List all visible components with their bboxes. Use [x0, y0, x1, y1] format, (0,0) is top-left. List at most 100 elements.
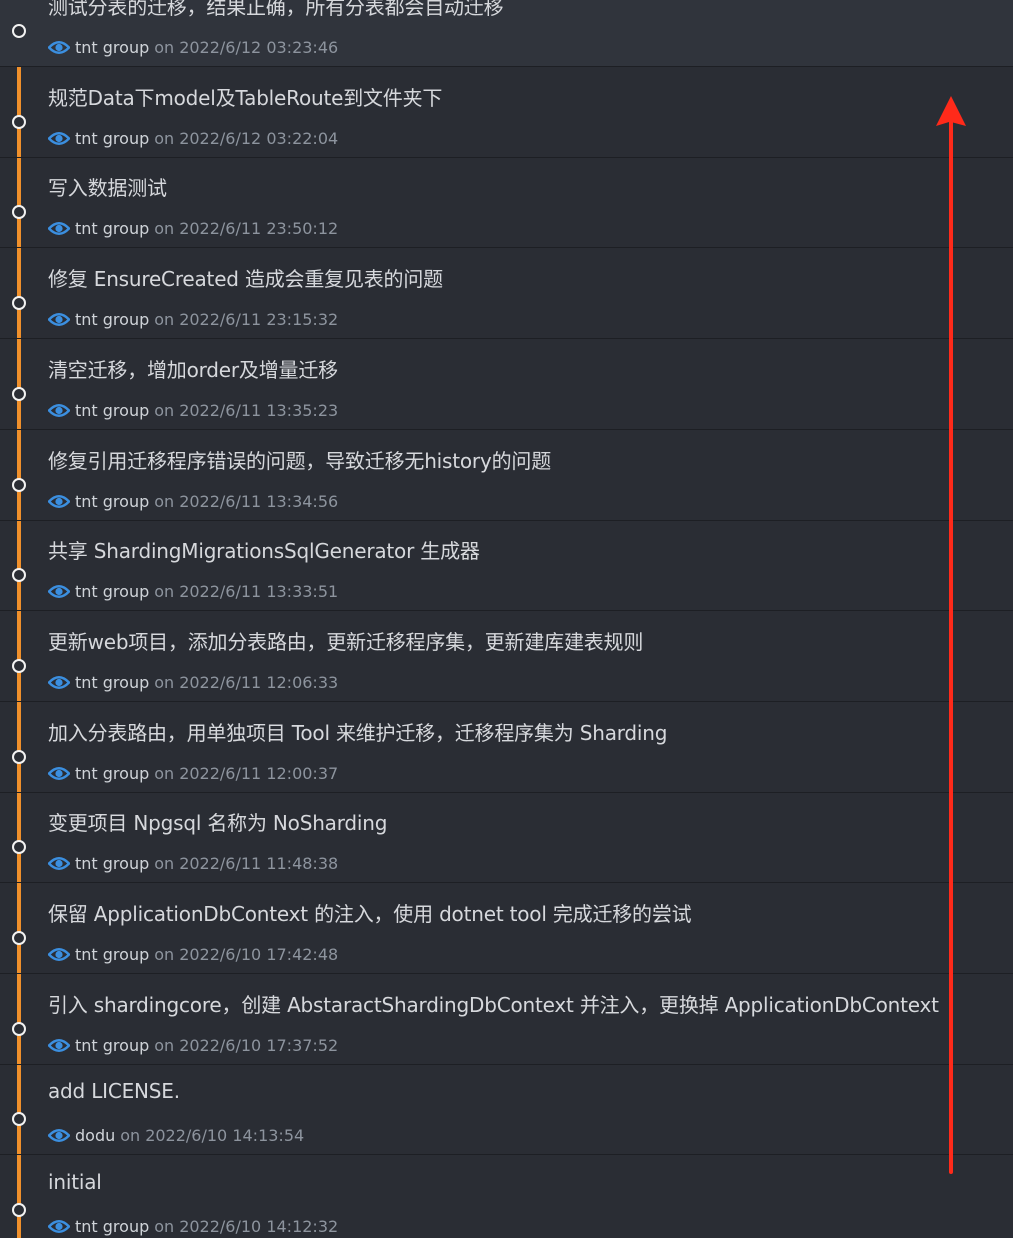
commit-author[interactable]: tnt group — [75, 673, 149, 692]
commit-meta: tnt group on 2022/6/11 11:48:38 — [48, 854, 338, 873]
commit-row[interactable]: 保留 ApplicationDbContext 的注入，使用 dotnet to… — [0, 884, 1013, 974]
eye-icon[interactable] — [48, 131, 70, 146]
commit-node-icon — [12, 1203, 26, 1218]
commit-meta: tnt group on 2022/6/11 23:15:32 — [48, 310, 338, 329]
commit-meta: tnt group on 2022/6/11 12:00:37 — [48, 764, 338, 783]
eye-icon[interactable] — [48, 856, 70, 871]
eye-icon[interactable] — [48, 1038, 70, 1053]
commit-row[interactable]: 修复 EnsureCreated 造成会重复见表的问题 tnt group on 20… — [0, 249, 1013, 340]
on-label: on — [154, 763, 175, 783]
eye-icon[interactable] — [48, 221, 70, 236]
commit-author[interactable]: tnt group — [75, 492, 149, 511]
commit-meta: tnt group on 2022/6/11 23:50:12 — [48, 219, 338, 238]
commit-meta: tnt group on 2022/6/11 13:33:51 — [48, 582, 338, 601]
commit-node-icon — [12, 658, 26, 673]
commit-date: 2022/6/11 12:00:37 — [179, 763, 339, 783]
commit-author[interactable]: tnt group — [75, 129, 149, 148]
commit-author[interactable]: tnt group — [75, 1217, 149, 1236]
on-label: on — [154, 128, 175, 148]
commit-meta: tnt group on 2022/6/10 17:37:52 — [48, 1036, 338, 1055]
commit-author[interactable]: tnt group — [75, 764, 149, 783]
commit-date: 2022/6/10 14:12:32 — [179, 1217, 339, 1237]
commit-node-icon — [12, 931, 26, 945]
commit-row[interactable]: 加入分表路由，用单独项目 Tool 来维护迁移，迁移程序集为 Sharding t… — [0, 703, 1013, 793]
commit-date: 2022/6/10 14:13:54 — [145, 1126, 305, 1146]
commit-node-icon — [12, 568, 26, 583]
commit-node-icon — [12, 205, 26, 220]
commit-message[interactable]: 规范Data下model及TableRoute到文件夹下 — [48, 82, 442, 111]
commit-date: 2022/6/10 17:37:52 — [179, 1035, 339, 1055]
eye-icon[interactable] — [48, 494, 70, 509]
commit-message[interactable]: add LICENSE. — [48, 1079, 180, 1103]
commit-message[interactable]: 加入分表路由，用单独项目 Tool 来维护迁移，迁移程序集为 Sharding — [48, 717, 667, 746]
on-label: on — [154, 310, 175, 330]
commit-author[interactable]: tnt group — [75, 310, 149, 329]
commit-node-icon — [12, 386, 26, 401]
eye-icon[interactable] — [48, 1219, 70, 1234]
eye-icon[interactable] — [48, 312, 70, 327]
commit-meta: tnt group on 2022/6/12 03:23:46 — [48, 38, 338, 57]
commit-author[interactable]: tnt group — [75, 1036, 149, 1055]
commit-meta: tnt group on 2022/6/11 12:06:33 — [48, 673, 338, 692]
commit-message[interactable]: 变更项目 Npgsql 名称为 NoSharding — [48, 807, 387, 836]
commit-meta: tnt group on 2022/6/12 03:22:04 — [48, 129, 338, 148]
eye-icon[interactable] — [48, 584, 70, 599]
commit-meta: tnt group on 2022/6/10 17:42:48 — [48, 945, 338, 964]
commit-date: 2022/6/11 13:35:23 — [179, 400, 339, 420]
commit-date: 2022/6/11 23:15:32 — [179, 310, 339, 330]
commit-meta: tnt group on 2022/6/11 13:34:56 — [48, 492, 338, 511]
commit-author[interactable]: tnt group — [75, 38, 149, 57]
on-label: on — [154, 1217, 175, 1237]
commit-history-list: 测试分表的迁移，结果正确，所有分表都会自动迁移 tnt group on 2022/6… — [0, 0, 1013, 1238]
commit-meta: dodu on 2022/6/10 14:13:54 — [48, 1126, 304, 1145]
commit-row[interactable]: 共享 ShardingMigrationsSqlGenerator 生成器 tnt… — [0, 521, 1013, 612]
commit-message[interactable]: initial — [48, 1170, 102, 1194]
commit-row[interactable]: 引入 shardingcore，创建 AbstaractShardingDbCo… — [0, 975, 1013, 1065]
commit-message[interactable]: 引入 shardingcore，创建 AbstaractShardingDbCo… — [48, 989, 939, 1018]
commit-author[interactable]: tnt group — [75, 945, 149, 964]
commit-row[interactable]: 写入数据测试 tnt group on 2022/6/11 23:50:12 — [0, 158, 1013, 249]
eye-icon[interactable] — [48, 1128, 70, 1143]
commit-message[interactable]: 修复 EnsureCreated 造成会重复见表的问题 — [48, 263, 443, 292]
on-label: on — [154, 945, 175, 964]
commit-date: 2022/6/11 11:48:38 — [179, 854, 339, 874]
commit-node-icon — [12, 24, 26, 38]
commit-message[interactable]: 保留 ApplicationDbContext 的注入，使用 dotnet to… — [48, 898, 692, 927]
commit-message[interactable]: 共享 ShardingMigrationsSqlGenerator 生成器 — [48, 535, 480, 564]
commit-row[interactable]: 清空迁移，增加order及增量迁移 tnt group on 2022/6/11 13… — [0, 340, 1013, 430]
commit-row[interactable]: initial tnt group on 2022/6/10 14:12:32 — [0, 1156, 1013, 1238]
on-label: on — [154, 219, 175, 239]
commit-row[interactable]: add LICENSE. dodu on 2022/6/10 14:13:54 — [0, 1065, 1013, 1156]
commit-row[interactable]: 更新web项目，添加分表路由，更新迁移程序集，更新建库建表规则 tnt group… — [0, 612, 1013, 702]
commit-message[interactable]: 测试分表的迁移，结果正确，所有分表都会自动迁移 — [48, 0, 504, 20]
commit-date: 2022/6/11 13:33:51 — [179, 582, 339, 602]
eye-icon[interactable] — [48, 675, 70, 690]
commit-node-icon — [12, 477, 26, 492]
commit-date: 2022/6/10 17:42:48 — [179, 945, 339, 964]
eye-icon[interactable] — [48, 766, 70, 781]
commit-node-icon — [12, 296, 26, 311]
on-label: on — [154, 672, 175, 692]
commit-author[interactable]: tnt group — [75, 219, 149, 238]
commit-row[interactable]: 测试分表的迁移，结果正确，所有分表都会自动迁移 tnt group on 2022/6… — [0, 0, 1013, 67]
commit-row[interactable]: 修复引用迁移程序错误的问题，导致迁移无history的问题 tnt group on… — [0, 431, 1013, 521]
commit-message[interactable]: 修复引用迁移程序错误的问题，导致迁移无history的问题 — [48, 445, 551, 474]
on-label: on — [120, 1126, 141, 1146]
eye-icon[interactable] — [48, 947, 70, 962]
commit-message[interactable]: 更新web项目，添加分表路由，更新迁移程序集，更新建库建表规则 — [48, 626, 643, 655]
commit-message[interactable]: 写入数据测试 — [48, 172, 167, 201]
eye-icon[interactable] — [48, 40, 70, 55]
commit-author[interactable]: dodu — [75, 1126, 115, 1145]
commit-node-icon — [12, 840, 26, 855]
commit-date: 2022/6/12 03:22:04 — [179, 128, 339, 148]
commit-author[interactable]: tnt group — [75, 854, 149, 873]
commit-row[interactable]: 规范Data下model及TableRoute到文件夹下 tnt group on 2… — [0, 68, 1013, 158]
commit-author[interactable]: tnt group — [75, 401, 149, 420]
commit-date: 2022/6/11 13:34:56 — [179, 491, 339, 511]
on-label: on — [154, 400, 175, 420]
eye-icon[interactable] — [48, 403, 70, 418]
commit-author[interactable]: tnt group — [75, 582, 149, 601]
on-label: on — [154, 1035, 175, 1055]
commit-row[interactable]: 变更项目 Npgsql 名称为 NoSharding tnt group on 202… — [0, 793, 1013, 884]
commit-message[interactable]: 清空迁移，增加order及增量迁移 — [48, 354, 338, 383]
